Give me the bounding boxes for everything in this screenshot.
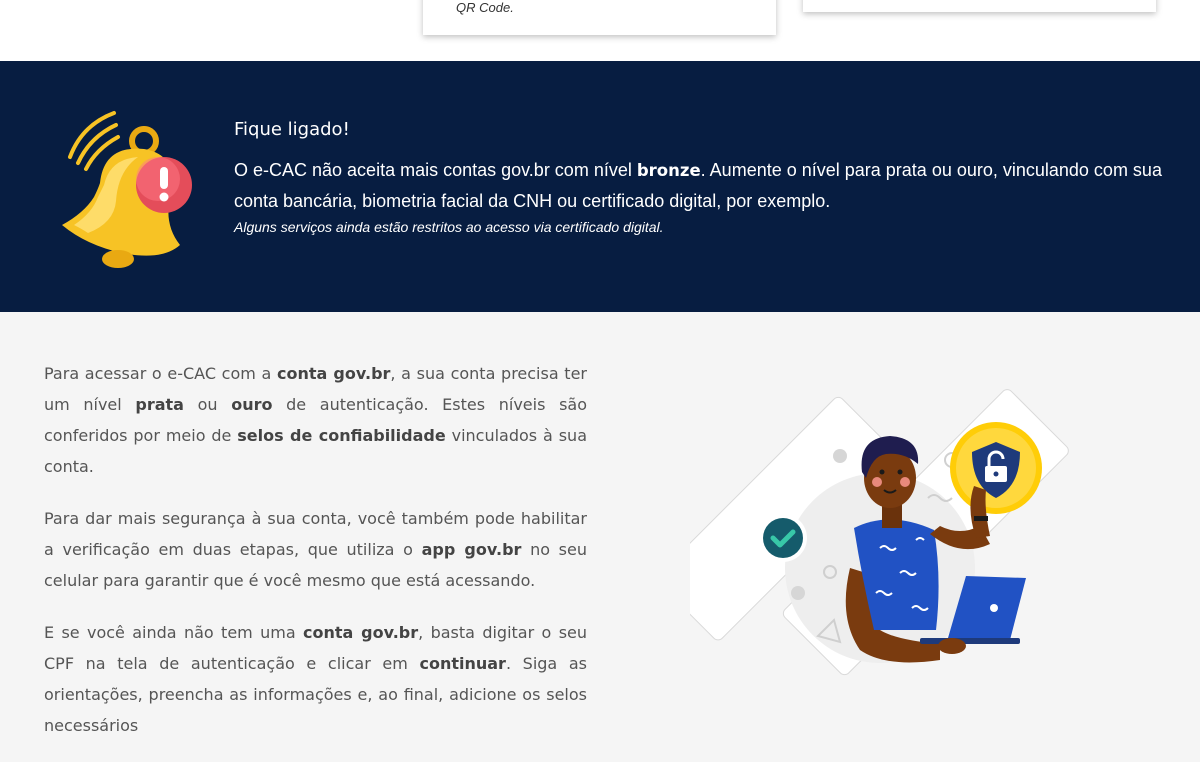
unlocked-shield-icon: [950, 422, 1042, 514]
info-paragraphs: Para acessar o e-CAC com a conta gov.br,…: [44, 358, 587, 762]
service-card-right[interactable]: [803, 0, 1156, 12]
main-content: Para acessar o e-CAC com a conta gov.br,…: [0, 312, 1200, 735]
banner-bronze-highlight: bronze: [636, 161, 701, 180]
banner-title: Fique ligado!: [234, 119, 350, 140]
service-card-middle-text: QR Code.: [456, 0, 514, 15]
alert-banner: Fique ligado! O e-CAC não aceita mais co…: [0, 61, 1200, 312]
bell-alert-icon: [62, 111, 192, 268]
top-cards-strip: QR Code.: [0, 0, 1200, 61]
banner-note: Alguns serviços ainda estão restritos ao…: [234, 219, 664, 235]
person-with-laptop-illustration: [690, 389, 1069, 676]
paragraph-two-step-verification: Para dar mais segurança à sua conta, voc…: [44, 509, 587, 590]
paragraph-access-requirements: Para acessar o e-CAC com a conta gov.br,…: [44, 364, 588, 476]
service-card-middle[interactable]: QR Code.: [423, 0, 776, 35]
paragraph-create-account: E se você ainda não tem uma conta gov.br…: [44, 623, 588, 735]
banner-message: O e-CAC não aceita mais contas gov.br co…: [234, 160, 1162, 211]
check-icon: [759, 514, 807, 562]
